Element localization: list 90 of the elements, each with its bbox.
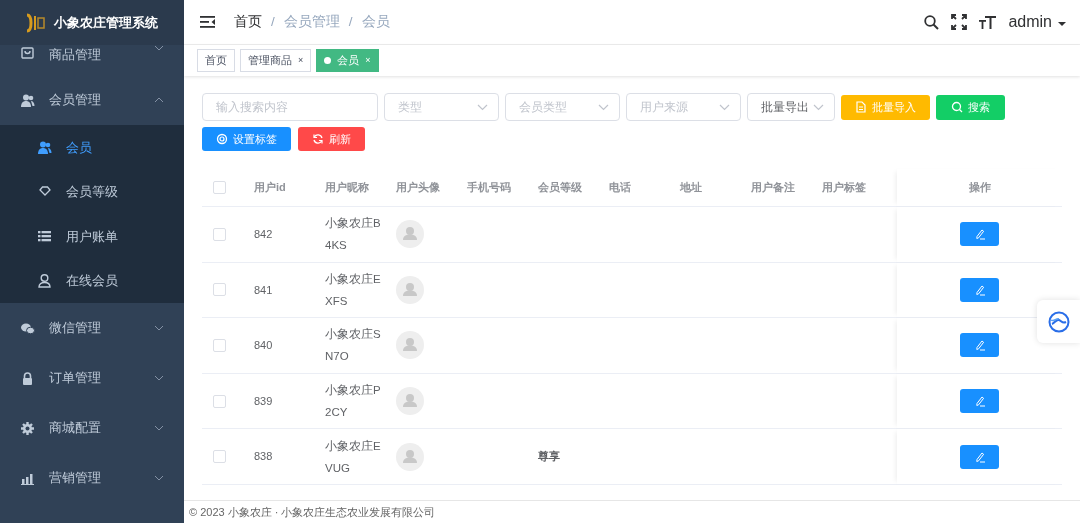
edit-button[interactable] xyxy=(960,277,999,302)
expand-caret-icon xyxy=(154,325,164,331)
table-cell: 840 xyxy=(254,339,273,352)
submenu-item[interactable]: 会员等级 xyxy=(0,169,184,214)
expand-caret-icon xyxy=(154,425,164,431)
footer-text: © 2023 小象农庄 · 小象农庄生态农业发展有限公司 xyxy=(189,504,436,520)
table-cell-text: 小象农庄SN7O xyxy=(325,327,381,365)
pencil-icon xyxy=(973,283,986,296)
column-header: 用户标签 xyxy=(822,181,866,194)
search-field[interactable]: 输入搜索内容 xyxy=(202,93,378,121)
logo-icon xyxy=(24,12,46,33)
select-field[interactable]: 批量导出 xyxy=(747,93,835,121)
chevron-down-icon xyxy=(477,103,488,111)
pencil-icon xyxy=(973,339,986,352)
sidebar-item[interactable]: 订单管理 xyxy=(0,353,184,403)
avatar-icon xyxy=(396,387,424,416)
expand-caret-icon xyxy=(154,375,164,381)
search-icon xyxy=(951,101,963,113)
users-icon xyxy=(20,92,35,108)
sidebar-item[interactable]: 会员管理 xyxy=(0,75,184,125)
breadcrumb-item[interactable]: 首页 xyxy=(234,11,262,33)
row-checkbox[interactable] xyxy=(213,394,226,408)
sidebar-item[interactable]: 营销管理 xyxy=(0,453,184,503)
column-header: 电话 xyxy=(609,181,631,194)
avatar-icon xyxy=(396,220,424,249)
column-header: 会员等级 xyxy=(538,181,582,194)
breadcrumb-separator: / xyxy=(348,12,353,31)
collapse-caret-icon xyxy=(154,97,164,103)
list-icon xyxy=(37,228,52,244)
refresh-icon xyxy=(312,133,324,145)
edit-button[interactable] xyxy=(960,389,999,414)
swirl-icon xyxy=(1047,310,1070,333)
avatar-icon xyxy=(396,442,424,471)
app-title: 小象农庄管理系统 xyxy=(54,13,158,32)
bag-icon xyxy=(20,45,35,60)
table-cell-text: 小象农庄EXFS xyxy=(325,271,381,309)
table-cell-text: 小象农庄B4KS xyxy=(325,216,381,254)
user-icon xyxy=(37,273,52,289)
row-checkbox[interactable] xyxy=(213,283,226,297)
sidebar-item[interactable]: 商城配置 xyxy=(0,403,184,453)
page-tab[interactable]: 管理商品 × xyxy=(240,49,312,72)
column-header: 用户头像 xyxy=(396,181,440,194)
breadcrumb-separator: / xyxy=(271,12,275,31)
document-icon xyxy=(855,101,867,113)
user-menu[interactable]: admin xyxy=(1008,10,1066,34)
column-header: 手机号码 xyxy=(467,181,511,194)
edit-button[interactable] xyxy=(960,333,999,358)
fullscreen-icon[interactable] xyxy=(951,14,968,30)
column-header: 用户昵称 xyxy=(325,181,369,194)
avatar-icon xyxy=(396,275,424,304)
page-tab[interactable]: 首页 xyxy=(197,49,235,72)
table-cell: 839 xyxy=(254,394,273,407)
select-all-checkbox[interactable] xyxy=(213,181,226,194)
edit-button[interactable] xyxy=(960,222,999,247)
sidebar-item[interactable]: 商品管理 xyxy=(0,45,184,75)
edit-button[interactable] xyxy=(960,444,999,469)
chevron-down-icon xyxy=(813,103,824,111)
submenu-item[interactable]: 会员 xyxy=(0,125,184,170)
table-cell: 842 xyxy=(254,228,273,241)
menu-toggle-icon[interactable] xyxy=(200,15,216,29)
submenu-item[interactable]: 用户账单 xyxy=(0,214,184,259)
users-icon xyxy=(37,139,52,155)
row-checkbox[interactable] xyxy=(213,450,226,464)
table-cell-text: 小象农庄P2CY xyxy=(325,383,381,421)
table-cell: 841 xyxy=(254,283,273,296)
column-header: 地址 xyxy=(680,181,702,194)
tab-close-button[interactable]: × xyxy=(298,53,304,68)
row-checkbox[interactable] xyxy=(213,339,226,352)
chevron-down-icon xyxy=(598,103,609,111)
floating-button[interactable] xyxy=(1037,300,1080,343)
column-header: 用户备注 xyxy=(751,181,795,194)
expand-caret-icon xyxy=(154,45,164,51)
pencil-icon xyxy=(973,450,986,463)
table-cell: 尊享 xyxy=(538,450,560,463)
pencil-icon xyxy=(973,228,986,241)
table-cell-text: 小象农庄EVUG xyxy=(325,438,381,476)
pencil-icon xyxy=(973,395,986,408)
submenu-item[interactable]: 在线会员 xyxy=(0,258,184,303)
column-header: 操作 xyxy=(968,180,991,196)
table-cell: 838 xyxy=(254,450,273,463)
column-header: 用户id xyxy=(254,181,286,194)
sidebar-item[interactable]: 微信管理 xyxy=(0,303,184,353)
text-size-icon[interactable] xyxy=(979,14,997,30)
search-icon[interactable] xyxy=(924,14,940,30)
row-checkbox[interactable] xyxy=(213,227,226,241)
expand-caret-icon xyxy=(154,475,164,481)
breadcrumb-item: 会员 xyxy=(361,12,390,31)
chevron-down-icon xyxy=(719,103,730,111)
avatar-icon xyxy=(396,331,424,360)
lock-icon xyxy=(20,370,35,386)
